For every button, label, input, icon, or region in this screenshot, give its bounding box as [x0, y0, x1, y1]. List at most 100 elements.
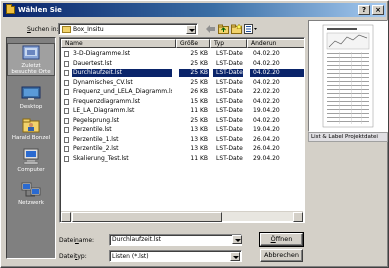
- place-label: Netzwerk: [18, 200, 44, 206]
- file-icon: [64, 79, 69, 86]
- recent-places-icon: [22, 45, 40, 60]
- file-row[interactable]: Perzentile_2.lst 13 KB LST-Datei 26.04.20: [61, 145, 304, 153]
- file-row[interactable]: Durchlaufzeit.lst 25 KB LST-Datei 04.02.20: [61, 69, 304, 77]
- place-label: Zuletzt besuchte Orte: [11, 63, 51, 75]
- file-icon: [64, 51, 69, 57]
- folder-icon: [62, 26, 71, 33]
- close-button[interactable]: ×: [372, 5, 384, 15]
- help-button[interactable]: ?: [358, 5, 370, 15]
- file-type: LST-Datei: [216, 88, 243, 95]
- file-name: Pegelsprung.lst: [73, 116, 120, 124]
- file-date: 22.02.20: [253, 88, 280, 95]
- file-date: 04.02.20: [253, 50, 280, 57]
- file-type: LST-Datei: [216, 116, 243, 124]
- chevron-down-icon[interactable]: [232, 235, 242, 244]
- file-icon: [64, 117, 69, 124]
- preview-thumbnail: [322, 24, 374, 128]
- places-bar: Zuletzt besuchte Orte Desktop Harald Bon…: [6, 37, 56, 259]
- place-network[interactable]: Netzwerk: [7, 181, 55, 206]
- file-icon: [64, 127, 69, 133]
- file-row[interactable]: Perzentile.lst 13 KB LST-Datei 19.04.20: [61, 126, 304, 134]
- folder-icon: [6, 4, 15, 14]
- file-date: 19.04.20: [253, 126, 280, 133]
- file-size: 25 KB: [190, 78, 208, 86]
- file-row[interactable]: Frequenzdiagramm.lst 15 KB LST-Datei 04.02.…: [61, 97, 304, 106]
- file-row[interactable]: Dauertest.lst 25 KB LST-Datei 04.02.20: [61, 59, 304, 68]
- file-row[interactable]: Skalierung_Test.lst 11 KB LST-Datei 29.04.2…: [61, 154, 304, 163]
- file-name: LE_LA_Diagramm.lst: [73, 107, 135, 114]
- file-name: Frequenz_und_LELA_Diagramm.lst: [73, 88, 172, 95]
- file-row[interactable]: Pegelsprung.lst 25 KB LST-Datei 04.02.20: [61, 116, 304, 125]
- file-list[interactable]: Name Größe Typ Änderun 3-D-Diagramme.lst…: [59, 37, 305, 223]
- file-row[interactable]: 3-D-Diagramme.lst 25 KB LST-Datei 04.02.20: [61, 50, 304, 58]
- file-row[interactable]: LE_LA_Diagramm.lst 11 KB LST-Datei 19.04.20: [61, 107, 304, 115]
- file-size: 26 KB: [190, 88, 208, 95]
- window-title: Wählen Sie: [18, 6, 62, 14]
- place-user[interactable]: Harald Bonzel: [7, 116, 55, 141]
- filename-dropdown[interactable]: [230, 234, 242, 246]
- look-in-combobox[interactable]: Box_Insitu: [58, 23, 198, 35]
- file-icon: [64, 70, 69, 76]
- file-date: 19.04.20: [253, 107, 280, 114]
- column-header-size[interactable]: Größe: [176, 39, 210, 48]
- filetype-value: Listen (*.lst): [112, 253, 149, 260]
- file-icon: [64, 98, 69, 105]
- column-header-date[interactable]: Änderun: [247, 39, 304, 48]
- view-menu-icon[interactable]: [244, 24, 258, 34]
- file-size: 13 KB: [190, 135, 208, 143]
- file-date: 26.04.20: [253, 135, 280, 143]
- column-header-type[interactable]: Typ: [210, 39, 247, 48]
- new-folder-icon[interactable]: [231, 24, 242, 34]
- column-header-name[interactable]: Name: [61, 39, 176, 48]
- place-desktop[interactable]: Desktop: [7, 85, 55, 110]
- file-type: LST-Datei: [216, 135, 243, 143]
- file-type: LST-Datei: [216, 145, 243, 152]
- file-type: LST-Datei: [216, 97, 243, 105]
- file-type: LST-Datei: [216, 107, 243, 114]
- back-arrow-icon[interactable]: [205, 24, 216, 34]
- scroll-left-button[interactable]: [61, 212, 71, 222]
- chevron-down-icon[interactable]: [186, 25, 196, 34]
- file-type: LST-Datei: [216, 154, 243, 162]
- file-name: Perzentile_2.lst: [73, 145, 119, 152]
- file-date: 04.02.20: [253, 116, 280, 124]
- scroll-thumb[interactable]: [72, 212, 222, 222]
- place-label: Desktop: [19, 104, 43, 110]
- place-label: Harald Bonzel: [11, 135, 51, 141]
- file-type: LST-Datei: [216, 59, 243, 67]
- file-size: 25 KB: [190, 59, 208, 67]
- cancel-button[interactable]: Abbrechen: [260, 249, 303, 262]
- file-name: Frequenzdiagramm.lst: [73, 97, 141, 105]
- file-name: Dauertest.lst: [73, 59, 112, 67]
- file-type: LST-Datei: [213, 69, 243, 77]
- preview-pane: [308, 20, 388, 132]
- file-name: Perzentile_1.lst: [73, 135, 119, 143]
- preview-caption: List & Label Projektdatei: [308, 132, 388, 142]
- file-name: Perzentile.lst: [73, 126, 112, 133]
- file-date: 04.02.20: [250, 69, 304, 77]
- chevron-down-icon[interactable]: [230, 252, 240, 261]
- filename-label: Dateiname:: [59, 237, 95, 244]
- scroll-right-button[interactable]: [293, 212, 303, 222]
- filetype-combobox[interactable]: Listen (*.lst): [109, 250, 242, 262]
- file-name: Dynamisches_CV.lst: [73, 78, 133, 86]
- file-row[interactable]: Dynamisches_CV.lst 25 KB LST-Datei 04.02.20: [61, 78, 304, 87]
- look-in-value: Box_Insitu: [73, 26, 104, 33]
- up-folder-icon[interactable]: [218, 24, 229, 34]
- place-recent[interactable]: Zuletzt besuchte Orte: [7, 43, 55, 76]
- file-name: Skalierung_Test.lst: [73, 154, 129, 162]
- title-bar[interactable]: Wählen Sie ? ×: [3, 3, 386, 17]
- horizontal-scrollbar[interactable]: [61, 211, 303, 222]
- file-size: 13 KB: [190, 145, 208, 152]
- open-button[interactable]: Öffnen: [259, 232, 304, 247]
- file-icon: [64, 89, 69, 95]
- filename-input[interactable]: Durchlaufzeit.lst: [109, 234, 242, 246]
- file-icon: [64, 136, 69, 143]
- file-name: 3-D-Diagramme.lst: [73, 50, 131, 57]
- file-row[interactable]: Perzentile_1.lst 13 KB LST-Datei 26.04.20: [61, 135, 304, 144]
- place-computer[interactable]: Computer: [7, 148, 55, 173]
- file-icon: [64, 146, 69, 152]
- file-row[interactable]: Frequenz_und_LELA_Diagramm.lst 26 KB LST-D…: [61, 88, 304, 96]
- file-size: 25 KB: [190, 50, 208, 57]
- file-date: 29.04.20: [253, 154, 280, 162]
